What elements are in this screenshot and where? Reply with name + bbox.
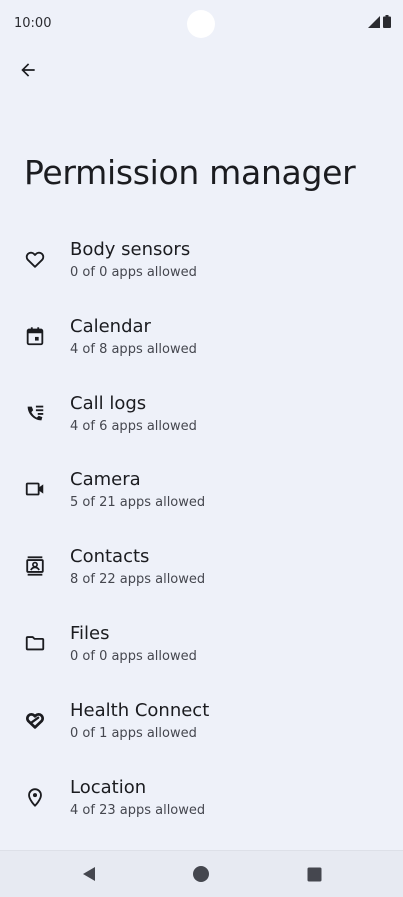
contacts-icon — [23, 554, 47, 578]
permission-summary: 0 of 0 apps allowed — [70, 648, 197, 664]
permission-item-location[interactable]: Location 4 of 23 apps allowed — [0, 768, 403, 845]
square-recents-icon — [307, 867, 321, 881]
navigation-bar — [0, 850, 403, 897]
back-button[interactable] — [12, 54, 44, 86]
folder-icon — [23, 631, 47, 655]
permission-summary: 0 of 1 apps allowed — [70, 725, 197, 741]
camera-icon — [23, 477, 47, 501]
battery-icon — [383, 15, 391, 28]
status-time: 10:00 — [14, 16, 52, 31]
page-title: Permission manager — [24, 153, 356, 192]
permission-item-call-logs[interactable]: Call logs 4 of 6 apps allowed — [0, 384, 403, 461]
location-icon — [23, 785, 47, 809]
signal-icon — [368, 16, 380, 28]
permission-label: Call logs — [70, 392, 147, 414]
nav-back-button[interactable] — [78, 863, 100, 885]
call-log-icon — [23, 401, 47, 425]
heart-icon — [23, 247, 47, 271]
arrow-back-icon — [21, 63, 35, 77]
permission-item-body-sensors[interactable]: Body sensors 0 of 0 apps allowed — [0, 230, 403, 307]
health-connect-icon — [23, 708, 47, 732]
permission-summary: 4 of 8 apps allowed — [70, 341, 197, 357]
permission-label: Contacts — [70, 546, 150, 568]
triangle-back-icon — [83, 867, 95, 881]
permission-label: Camera — [70, 469, 141, 491]
permission-summary: 8 of 22 apps allowed — [70, 572, 206, 588]
permission-label: Body sensors — [70, 239, 191, 260]
permission-summary: 5 of 21 apps allowed — [70, 495, 206, 511]
circle-home-icon — [193, 866, 209, 882]
camera-cutout — [187, 10, 215, 38]
calendar-icon — [23, 324, 47, 348]
permission-item-contacts[interactable]: Contacts 8 of 22 apps allowed — [0, 537, 403, 614]
permission-summary: 4 of 23 apps allowed — [70, 802, 206, 818]
permission-item-health-connect[interactable]: Health Connect 0 of 1 apps allowed — [0, 691, 403, 768]
permission-label: Location — [70, 776, 147, 798]
permission-item-files[interactable]: Files 0 of 0 apps allowed — [0, 614, 403, 691]
permission-item-camera[interactable]: Camera 5 of 21 apps allowed — [0, 460, 403, 537]
permission-label: Health Connect — [70, 699, 210, 721]
status-icons — [368, 15, 391, 28]
permission-summary: 0 of 0 apps allowed — [70, 265, 197, 280]
permission-list: Body sensors 0 of 0 apps allowed Calenda… — [0, 230, 403, 844]
nav-recents-button[interactable] — [303, 863, 325, 885]
nav-home-button[interactable] — [190, 863, 212, 885]
permission-summary: 4 of 6 apps allowed — [70, 418, 197, 434]
permission-item-calendar[interactable]: Calendar 4 of 8 apps allowed — [0, 307, 403, 384]
permission-label: Calendar — [70, 315, 151, 337]
permission-label: Files — [70, 622, 110, 644]
status-bar: 10:00 — [0, 0, 403, 48]
